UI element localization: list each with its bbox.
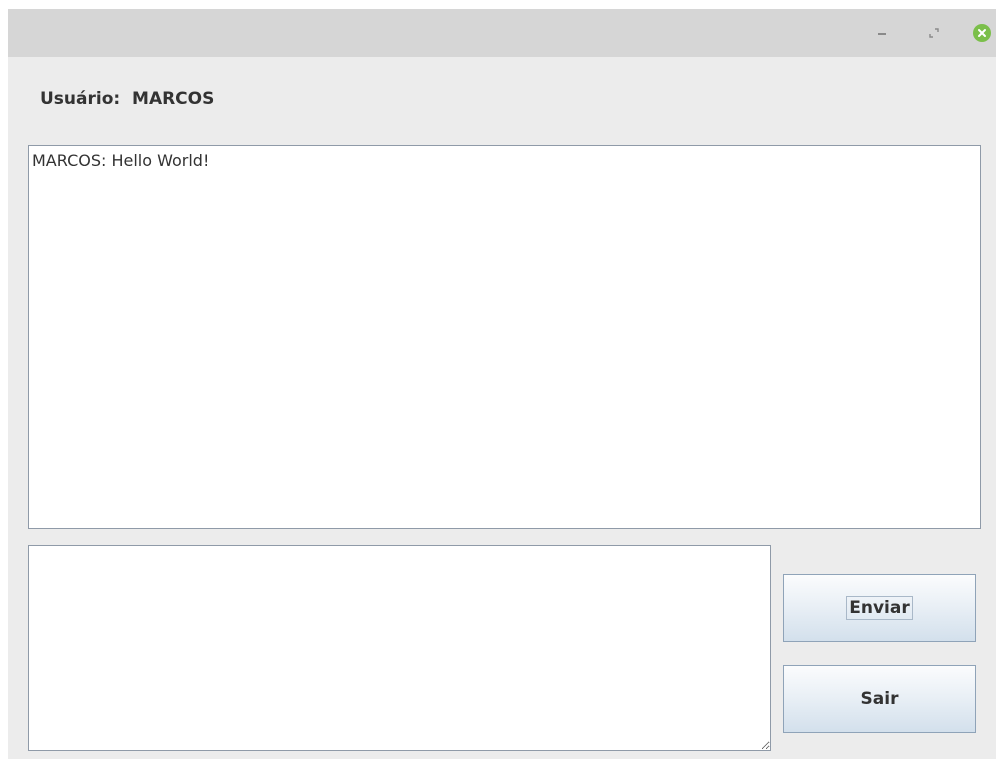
maximize-button[interactable] [922,21,946,45]
user-label: Usuário: MARCOS [40,89,215,109]
send-button[interactable]: Enviar [783,574,976,642]
send-button-label: Enviar [846,596,913,620]
exit-button[interactable]: Sair [783,665,976,733]
minimize-icon [878,33,886,35]
close-button[interactable] [970,21,994,45]
chat-window: Usuário: MARCOS MARCOS: Hello World! Env… [8,9,996,759]
close-icon [973,24,991,42]
title-bar [8,9,996,57]
message-input[interactable] [28,545,771,751]
exit-button-label: Sair [860,689,899,709]
chat-message: MARCOS: Hello World! [32,151,210,170]
minimize-button[interactable] [870,21,894,45]
chat-history[interactable]: MARCOS: Hello World! [28,145,981,529]
maximize-icon [929,28,939,38]
